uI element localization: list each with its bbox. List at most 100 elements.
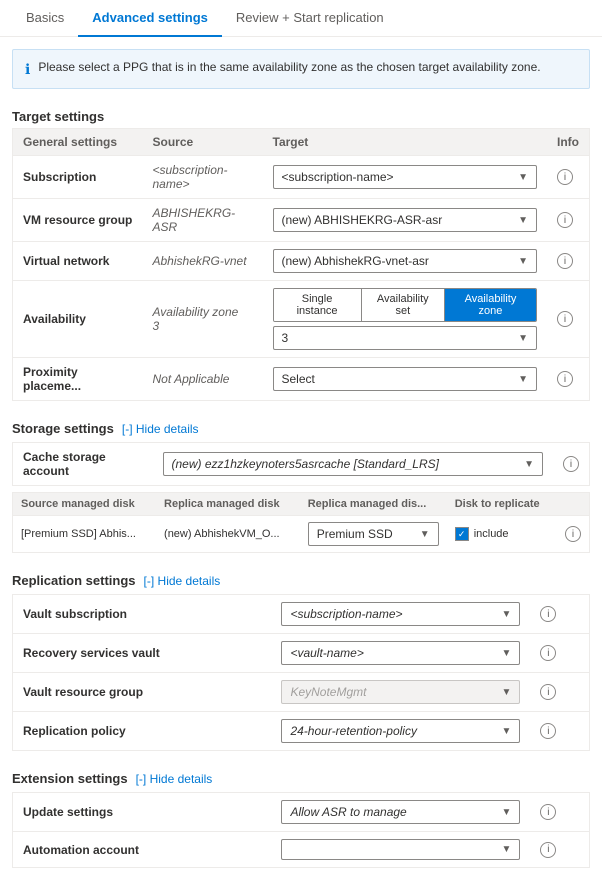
row-source-vm-rg: ABHISHEKRG-ASR — [143, 199, 263, 242]
target-settings-table: General settings Source Target Info Subs… — [12, 128, 590, 401]
chevron-down-icon: ▼ — [502, 687, 512, 698]
chevron-down-icon: ▼ — [502, 726, 512, 737]
extension-settings-section: Update settings Allow ASR to manage ▼ i … — [12, 792, 590, 868]
table-row: VM resource group ABHISHEKRG-ASR (new) A… — [13, 199, 590, 242]
recovery-vault-dropdown[interactable]: <vault-name> ▼ — [281, 641, 520, 665]
table-row: Cache storage account (new) ezz1hzkeynot… — [13, 443, 590, 486]
info-icon-automation-account[interactable]: i — [540, 842, 556, 858]
table-row: Virtual network AbhishekRG-vnet (new) Ab… — [13, 242, 590, 281]
row-target-subscription: <subscription-name> ▼ — [263, 156, 548, 199]
row-label-subscription: Subscription — [13, 156, 143, 199]
vault-sub-dropdown[interactable]: <subscription-name> ▼ — [281, 602, 520, 626]
info-icon-vault-rg[interactable]: i — [540, 684, 556, 700]
chevron-down-icon: ▼ — [518, 256, 528, 267]
table-row: Proximity placeme... Not Applicable Sele… — [13, 358, 590, 401]
vault-rg-dropdown[interactable]: KeyNoteMgmt ▼ — [281, 680, 520, 704]
include-checkbox-wrap: include — [455, 527, 549, 541]
vault-sub-dropdown-cell: <subscription-name> ▼ — [271, 595, 530, 634]
include-checkbox[interactable] — [455, 527, 469, 541]
extension-table: Update settings Allow ASR to manage ▼ i … — [12, 792, 590, 868]
info-icon-recovery-vault[interactable]: i — [540, 645, 556, 661]
info-icon-vault-sub[interactable]: i — [540, 606, 556, 622]
replication-policy-dropdown[interactable]: 24-hour-retention-policy ▼ — [281, 719, 520, 743]
row-label-availability: Availability — [13, 281, 143, 358]
proximity-dropdown[interactable]: Select ▼ — [273, 367, 538, 391]
automation-account-dropdown-cell: ▼ — [271, 832, 530, 868]
replication-policy-dropdown-cell: 24-hour-retention-policy ▼ — [271, 712, 530, 751]
chevron-down-icon: ▼ — [518, 215, 528, 226]
info-icon-vnet[interactable]: i — [557, 253, 573, 269]
update-settings-dropdown-cell: Allow ASR to manage ▼ — [271, 793, 530, 832]
table-row: Replication policy 24-hour-retention-pol… — [13, 712, 590, 751]
vault-rg-label: Vault resource group — [13, 673, 272, 712]
avail-availability-set[interactable]: Availability set — [362, 289, 445, 321]
update-settings-dropdown[interactable]: Allow ASR to manage ▼ — [281, 800, 520, 824]
info-banner-text: Please select a PPG that is in the same … — [38, 60, 540, 74]
table-row: Vault subscription <subscription-name> ▼… — [13, 595, 590, 634]
col-info: Info — [547, 129, 590, 156]
row-target-vnet: (new) AbhishekRG-vnet-asr ▼ — [263, 242, 548, 281]
replication-settings-header-row: Replication settings [-] Hide details — [0, 567, 602, 594]
disk-col-replica: Replica managed disk — [156, 493, 300, 516]
tab-review-start[interactable]: Review + Start replication — [222, 0, 398, 37]
info-icon-disk[interactable]: i — [565, 526, 581, 542]
info-icon-update-settings[interactable]: i — [540, 804, 556, 820]
row-source-availability: Availability zone3 — [143, 281, 263, 358]
row-target-availability: Single instance Availability set Availab… — [263, 281, 548, 358]
subscription-dropdown[interactable]: <subscription-name> ▼ — [273, 165, 538, 189]
replication-hide-link[interactable]: [-] Hide details — [144, 574, 221, 588]
update-settings-label: Update settings — [13, 793, 272, 832]
row-label-proximity: Proximity placeme... — [13, 358, 143, 401]
table-row: [Premium SSD] Abhis... (new) AbhishekVM_… — [13, 516, 590, 553]
disk-col-replica-type: Replica managed dis... — [300, 493, 447, 516]
vault-sub-label: Vault subscription — [13, 595, 272, 634]
automation-account-dropdown[interactable]: ▼ — [281, 839, 520, 860]
info-icon-cache[interactable]: i — [563, 456, 579, 472]
storage-settings-header-row: Storage settings [-] Hide details — [0, 415, 602, 442]
cache-account-label: Cache storage account — [13, 443, 153, 486]
replica-type-dropdown[interactable]: Premium SSD ▼ — [308, 522, 439, 546]
disk-col-replicate: Disk to replicate — [447, 493, 557, 516]
table-row: Vault resource group KeyNoteMgmt ▼ i — [13, 673, 590, 712]
info-icon-replication-policy[interactable]: i — [540, 723, 556, 739]
target-settings-header: Target settings — [0, 101, 602, 128]
chevron-down-icon: ▼ — [502, 609, 512, 620]
vm-rg-dropdown[interactable]: (new) ABHISHEKRG-ASR-asr ▼ — [273, 208, 538, 232]
availability-zone-dropdown[interactable]: 3 ▼ — [273, 326, 538, 350]
chevron-down-icon: ▼ — [420, 529, 430, 540]
tab-bar: Basics Advanced settings Review + Start … — [0, 0, 602, 37]
tab-advanced-settings[interactable]: Advanced settings — [78, 0, 222, 37]
availability-toggle: Single instance Availability set Availab… — [273, 288, 538, 322]
avail-availability-zone[interactable]: Availability zone — [445, 289, 536, 321]
storage-hide-link[interactable]: [-] Hide details — [122, 422, 199, 436]
cache-account-target: (new) ezz1hzkeynoters5asrcache [Standard… — [153, 443, 554, 486]
info-icon-subscription[interactable]: i — [557, 169, 573, 185]
info-icon-vm-rg[interactable]: i — [557, 212, 573, 228]
row-source-proximity: Not Applicable — [143, 358, 263, 401]
disk-include-cell: include — [447, 516, 557, 553]
replication-policy-label: Replication policy — [13, 712, 272, 751]
replication-settings-title: Replication settings — [12, 573, 136, 588]
include-label: include — [474, 528, 509, 540]
info-icon-availability[interactable]: i — [557, 311, 573, 327]
recovery-vault-dropdown-cell: <vault-name> ▼ — [271, 634, 530, 673]
table-row: Recovery services vault <vault-name> ▼ i — [13, 634, 590, 673]
chevron-down-icon: ▼ — [502, 648, 512, 659]
tab-basics[interactable]: Basics — [12, 0, 78, 37]
col-general-settings: General settings — [13, 129, 143, 156]
info-icon-proximity[interactable]: i — [557, 371, 573, 387]
row-source-vnet: AbhishekRG-vnet — [143, 242, 263, 281]
page-container: Basics Advanced settings Review + Start … — [0, 0, 602, 888]
extension-hide-link[interactable]: [-] Hide details — [136, 772, 213, 786]
info-icon: ℹ — [25, 61, 30, 78]
cache-account-dropdown[interactable]: (new) ezz1hzkeynoters5asrcache [Standard… — [163, 452, 544, 476]
row-label-vm-rg: VM resource group — [13, 199, 143, 242]
storage-settings-title: Storage settings — [12, 421, 114, 436]
availability-group: Single instance Availability set Availab… — [273, 288, 538, 350]
disk-col-source: Source managed disk — [13, 493, 157, 516]
chevron-down-icon: ▼ — [518, 333, 528, 344]
avail-single-instance[interactable]: Single instance — [274, 289, 362, 321]
row-target-proximity: Select ▼ — [263, 358, 548, 401]
table-row: Availability Availability zone3 Single i… — [13, 281, 590, 358]
vnet-dropdown[interactable]: (new) AbhishekRG-vnet-asr ▼ — [273, 249, 538, 273]
